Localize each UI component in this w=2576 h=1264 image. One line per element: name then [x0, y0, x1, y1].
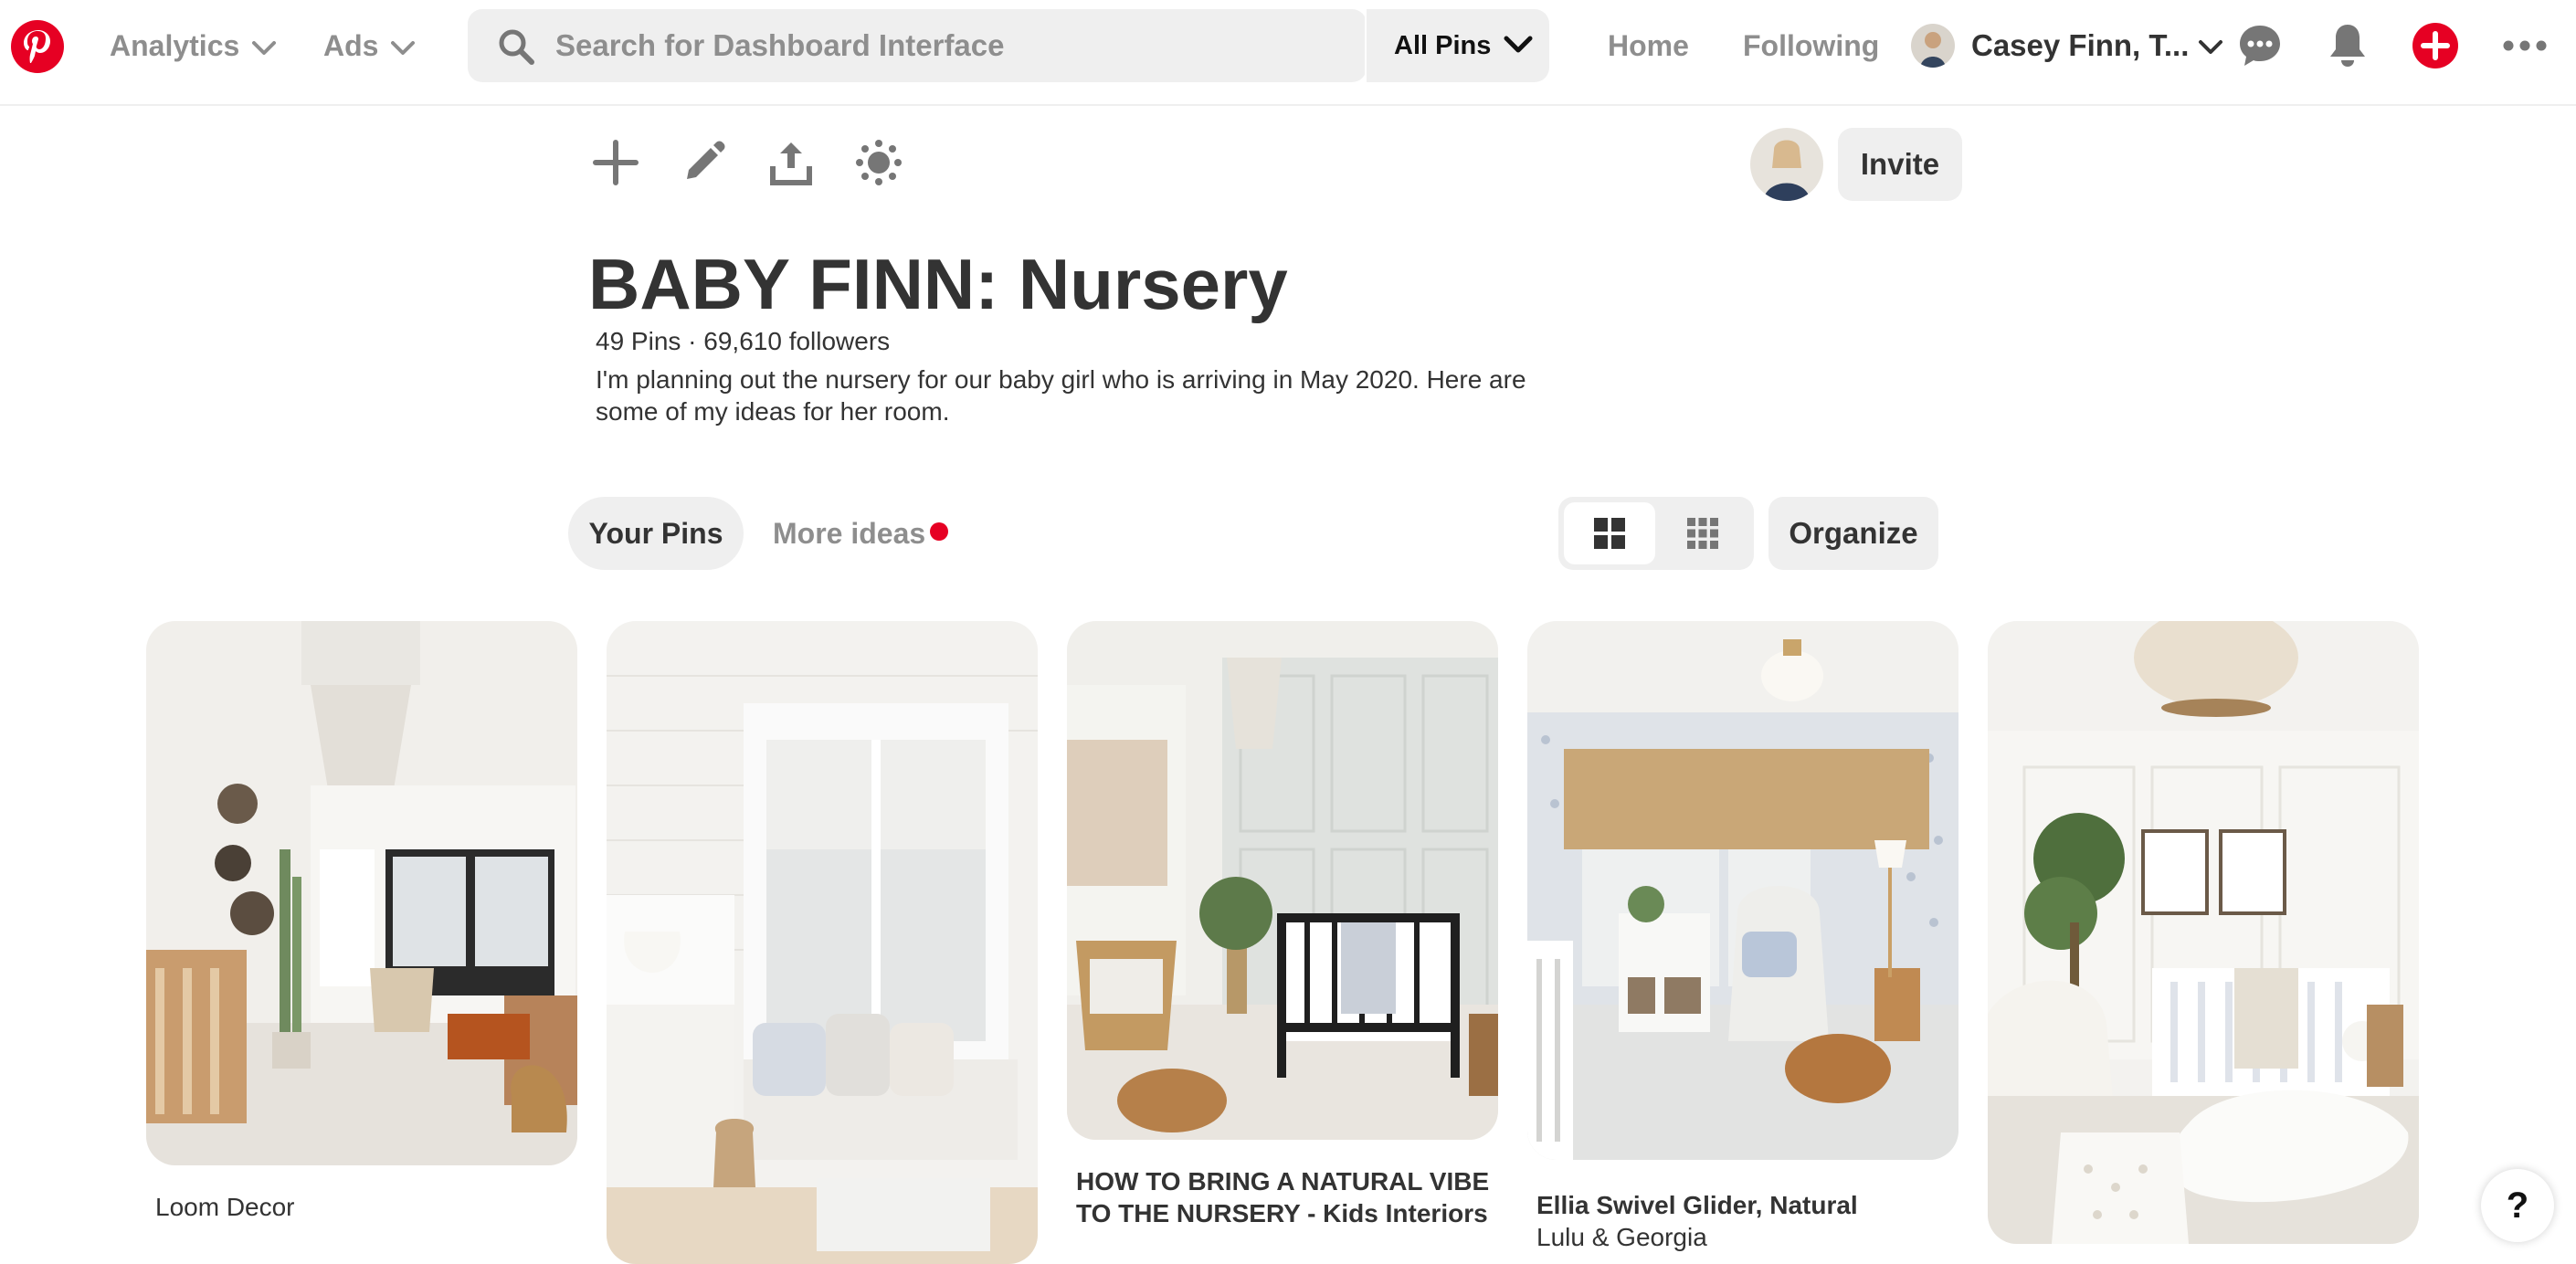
- pin-card[interactable]: HOW TO BRING A NATURAL VIBE TO THE NURSE…: [1067, 621, 1498, 1229]
- pin-image[interactable]: [1988, 621, 2419, 1244]
- pin-title[interactable]: Loom Decor: [155, 1191, 577, 1223]
- ads-label: Ads: [323, 28, 379, 62]
- create-pin-icon[interactable]: [2412, 22, 2459, 69]
- profile-name: Casey Finn, T...: [1971, 28, 2190, 62]
- pin-image[interactable]: [146, 621, 577, 1165]
- add-plus-icon[interactable]: [592, 139, 639, 186]
- default-grid-view-button[interactable]: [1564, 502, 1655, 564]
- pin-card[interactable]: Loom Decor: [146, 621, 577, 1223]
- view-size-toggle: [1558, 497, 1754, 570]
- help-button[interactable]: ?: [2481, 1169, 2554, 1242]
- following-link[interactable]: Following: [1743, 24, 1879, 68]
- edit-pencil-icon[interactable]: [680, 139, 727, 186]
- notifications-bell-icon[interactable]: [2324, 22, 2371, 69]
- pinterest-logo-icon[interactable]: [11, 20, 64, 73]
- share-upload-icon[interactable]: [767, 139, 815, 186]
- avatar: [1911, 24, 1955, 68]
- search-scope-dropdown[interactable]: All Pins: [1367, 9, 1549, 82]
- large-grid-icon: [1594, 518, 1625, 549]
- settings-sun-icon[interactable]: [855, 139, 903, 186]
- chevron-down-icon: [1504, 31, 1533, 61]
- chevron-down-icon: [391, 29, 416, 63]
- profile-menu[interactable]: Casey Finn, T...: [1911, 22, 2223, 69]
- board-description: I'm planning out the nursery for our bab…: [596, 365, 1526, 426]
- pin-card[interactable]: [607, 621, 1038, 1264]
- tab-more-ideas[interactable]: More ideas: [773, 497, 925, 570]
- home-link[interactable]: Home: [1608, 24, 1689, 68]
- search-icon: [497, 27, 535, 70]
- chevron-down-icon: [252, 29, 277, 63]
- pin-image[interactable]: [1527, 621, 1958, 1160]
- small-grid-icon: [1687, 518, 1718, 549]
- board-stats: 49 Pins · 69,610 followers: [596, 327, 891, 355]
- analytics-label: Analytics: [110, 28, 240, 62]
- pin-image[interactable]: [1067, 621, 1498, 1140]
- ads-menu[interactable]: Ads: [323, 24, 416, 68]
- pin-card[interactable]: Ellia Swivel Glider, Natural Lulu & Geor…: [1527, 621, 1958, 1253]
- top-navigation-bar: Analytics Ads All Pins Home Following Ca…: [0, 0, 2576, 106]
- chevron-down-icon: [2198, 28, 2223, 63]
- board-title: BABY FINN: Nursery: [588, 244, 1288, 324]
- more-options-icon[interactable]: [2501, 22, 2549, 69]
- pin-source[interactable]: Lulu & Georgia: [1536, 1221, 1958, 1253]
- pin-card[interactable]: [1988, 621, 2419, 1244]
- pin-title[interactable]: Ellia Swivel Glider, Natural: [1536, 1189, 1958, 1221]
- analytics-menu[interactable]: Analytics: [110, 24, 277, 68]
- pin-title[interactable]: HOW TO BRING A NATURAL VIBE TO THE NURSE…: [1076, 1165, 1498, 1229]
- search-input[interactable]: [555, 9, 1122, 82]
- invite-button[interactable]: Invite: [1838, 128, 1962, 201]
- compact-grid-view-button[interactable]: [1657, 502, 1748, 564]
- tab-your-pins[interactable]: Your Pins: [568, 497, 744, 570]
- new-ideas-indicator-dot: [930, 522, 948, 541]
- pin-image[interactable]: [607, 621, 1038, 1264]
- collaborator-avatar[interactable]: [1750, 128, 1823, 201]
- organize-button[interactable]: Organize: [1768, 497, 1938, 570]
- search-scope-label: All Pins: [1394, 30, 1492, 60]
- search-bar: [468, 9, 1367, 82]
- messages-icon[interactable]: [2236, 22, 2284, 69]
